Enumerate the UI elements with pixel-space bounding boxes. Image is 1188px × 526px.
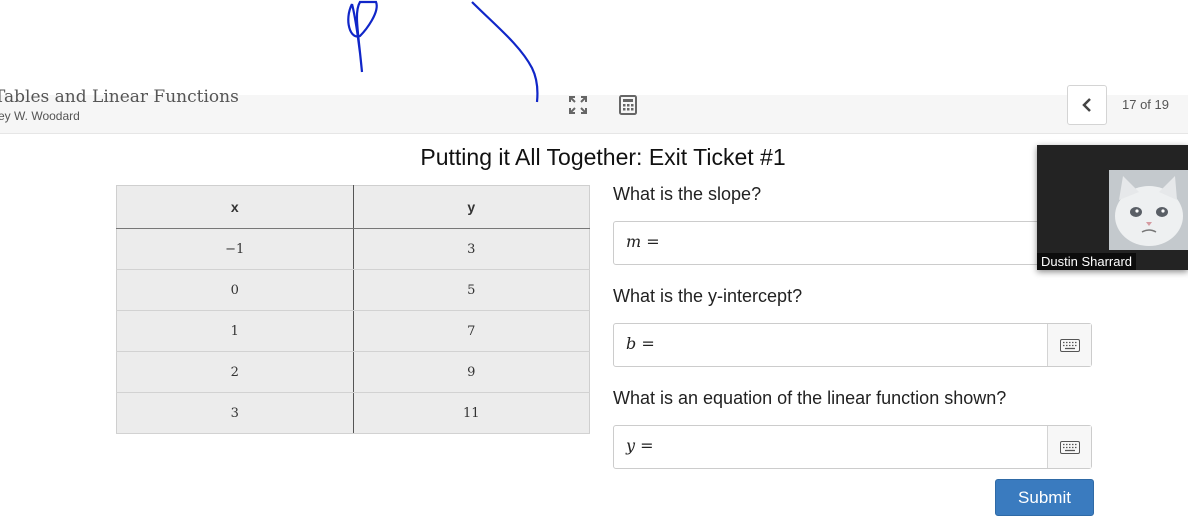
- page-counter: 17 of 19: [1122, 97, 1169, 112]
- participant-name: Dustin Sharrard: [1037, 253, 1137, 270]
- equation-prefix: y =: [626, 436, 654, 455]
- table-cell-y: 9: [352, 351, 590, 393]
- intercept-question-label: What is the y-intercept?: [613, 286, 803, 306]
- table-cell-y: 5: [352, 269, 590, 311]
- table-cell-y: 3: [352, 228, 590, 270]
- table-cell-x: 0: [116, 269, 354, 311]
- video-call-tile[interactable]: Dustin Sharrard: [1037, 145, 1188, 270]
- table-row: −1 3: [116, 228, 590, 270]
- previous-button[interactable]: [1067, 85, 1107, 125]
- lesson-title: Tables and Linear Functions: [0, 87, 239, 107]
- table-cell-x: 2: [116, 351, 354, 393]
- intercept-answer-field[interactable]: b =: [613, 323, 1092, 367]
- table-row: 17: [116, 310, 590, 352]
- table-cell-x: 3: [116, 392, 354, 434]
- submit-button[interactable]: Submit: [995, 479, 1094, 516]
- calculator-icon[interactable]: [619, 95, 639, 115]
- table-cell-y: 7: [352, 310, 590, 352]
- keyboard-icon: [1059, 338, 1080, 352]
- problem-title: Putting it All Together: Exit Ticket #1: [420, 144, 786, 170]
- crying-cat-avatar: [1109, 170, 1188, 250]
- lesson-header: Tables and Linear Functions ey W. Woodar…: [0, 85, 1188, 134]
- equation-answer-field[interactable]: y =: [613, 425, 1092, 469]
- table-row: 3 11: [116, 392, 590, 434]
- slope-question-label: What is the slope?: [613, 184, 762, 204]
- table-cell-y: 11: [352, 392, 590, 434]
- expand-icon[interactable]: [568, 95, 588, 115]
- table-cell-x: −1: [116, 228, 354, 270]
- table-header-y: y: [352, 185, 590, 229]
- chevron-left-icon: [1082, 98, 1091, 112]
- data-table: x y −1 3 05 17 29 3 11: [116, 185, 590, 434]
- table-header-x: x: [116, 185, 354, 229]
- keyboard-icon: [1059, 440, 1080, 454]
- slope-prefix: m =: [626, 232, 660, 251]
- slope-answer-field[interactable]: m =: [613, 221, 1092, 265]
- keyboard-button[interactable]: [1047, 324, 1091, 366]
- table-cell-x: 1: [116, 310, 354, 352]
- table-row: 05: [116, 269, 590, 311]
- lesson-author: ey W. Woodard: [0, 109, 80, 123]
- keyboard-button[interactable]: [1047, 426, 1091, 468]
- intercept-prefix: b =: [626, 334, 655, 353]
- table-row: 29: [116, 351, 590, 393]
- equation-question-label: What is an equation of the linear functi…: [613, 388, 1007, 408]
